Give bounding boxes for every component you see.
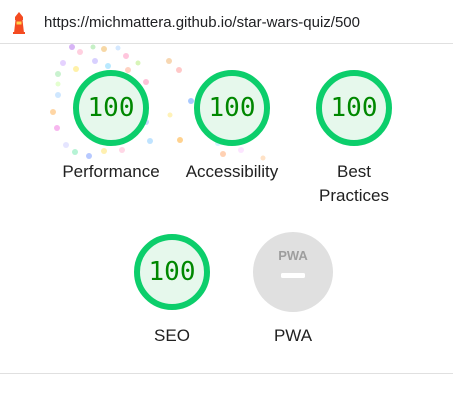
gauge-label: Best Practices [319,162,389,205]
report-topbar: https://michmattera.github.io/star-wars-… [0,0,453,44]
gauge-label: SEO [154,326,190,345]
gauge-score: 100 [148,257,196,287]
gauge-score: 100 [208,93,256,123]
lighthouse-icon [13,12,25,34]
report-url[interactable]: https://michmattera.github.io/star-wars-… [44,14,360,31]
gauge-score: 100 [87,93,135,123]
pwa-badge-icon: PWA [253,232,333,312]
gauge-label: PWA [273,326,313,345]
divider [0,373,453,374]
gauge-label: Accessibility [185,162,279,181]
gauge-label: Performance [62,162,160,181]
gauge-score: 100 [330,93,378,123]
pwa-badge-text: PWA [278,248,308,263]
